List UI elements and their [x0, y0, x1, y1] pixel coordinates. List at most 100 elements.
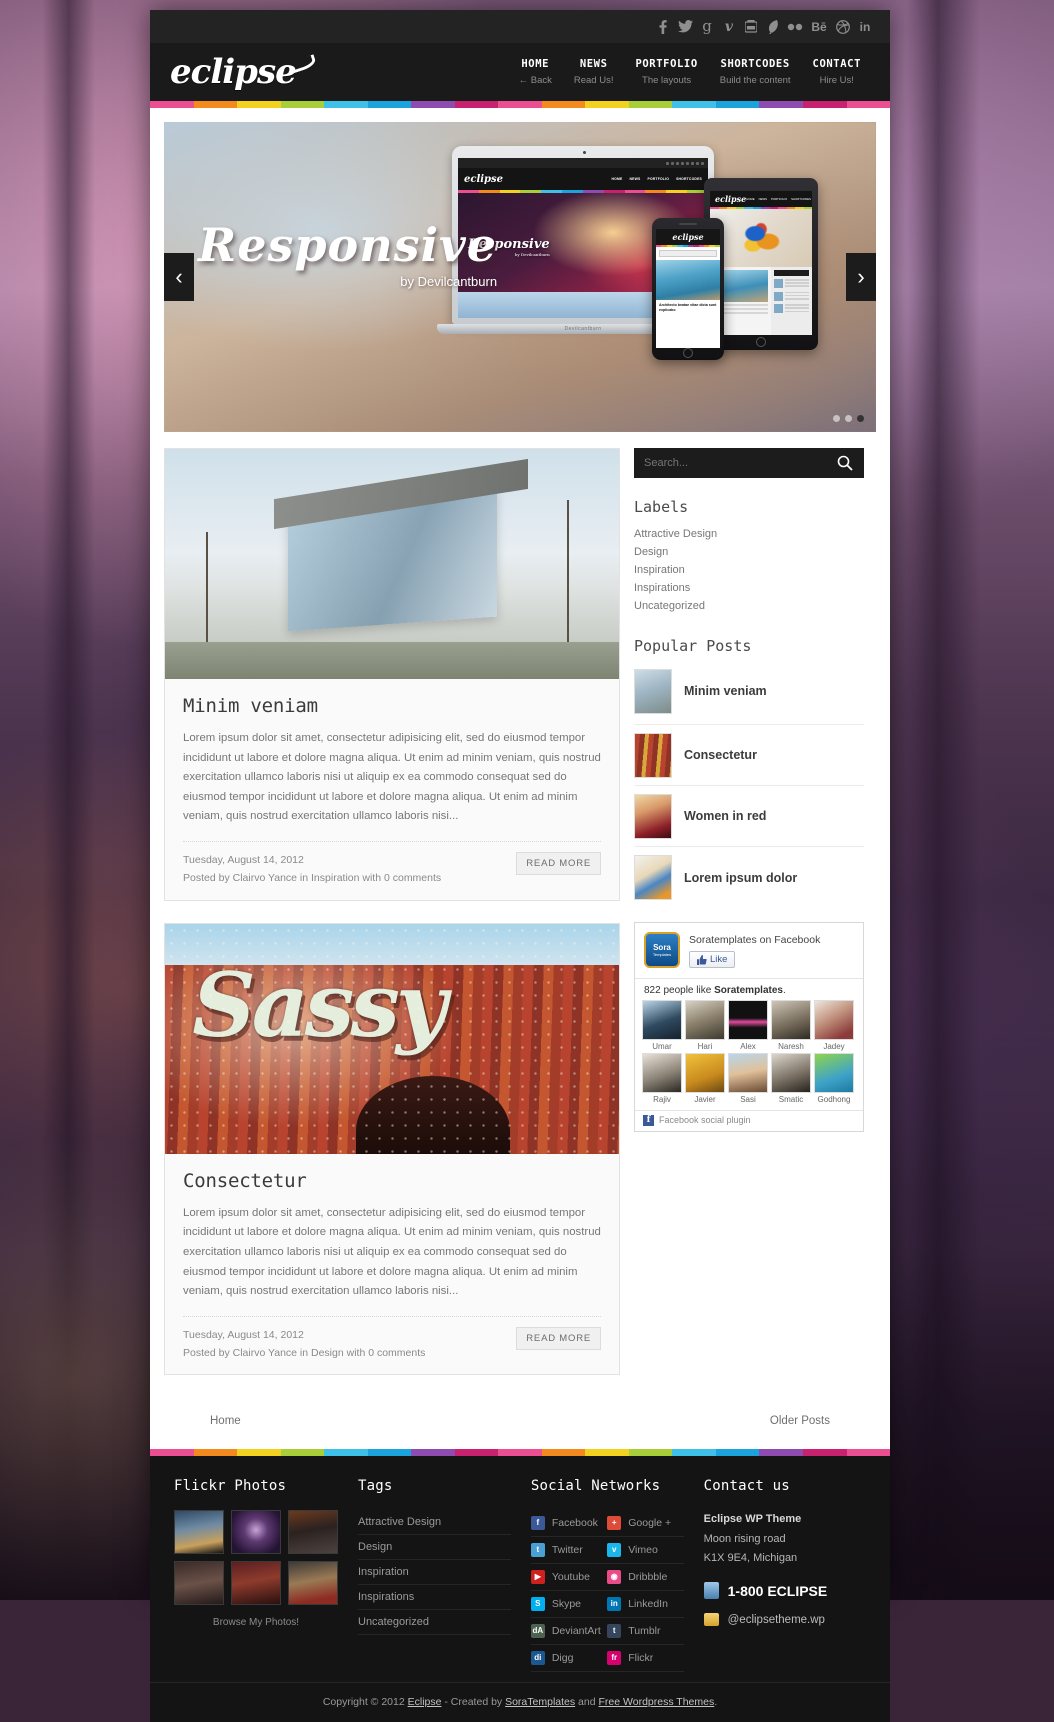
label-item[interactable]: Uncategorized	[634, 597, 864, 615]
site-logo[interactable]: eclipse	[170, 52, 317, 92]
linkedin-icon[interactable]: in	[854, 15, 876, 39]
avatar	[771, 1052, 811, 1093]
stripe-segment	[541, 101, 586, 108]
nav-item-contact[interactable]: CONTACT Hire Us!	[802, 58, 872, 86]
flickr-photo[interactable]	[174, 1561, 224, 1606]
facebook-face[interactable]: Rajiv	[642, 1052, 682, 1104]
flickr-photo[interactable]	[231, 1561, 281, 1606]
social-link-twitter[interactable]: t Twitter	[530, 1537, 608, 1565]
facebook-plugin-label: Facebook social plugin	[659, 1115, 751, 1125]
label-item[interactable]: Inspirations	[634, 579, 864, 597]
logo-text: eclipse	[170, 52, 297, 92]
youtube-icon[interactable]	[740, 15, 762, 39]
label-item[interactable]: Inspiration	[634, 561, 864, 579]
facebook-face[interactable]: Alex	[728, 999, 768, 1051]
copyright-brand-link[interactable]: Eclipse	[408, 1696, 442, 1708]
popular-post-item[interactable]: Women in red	[634, 786, 864, 847]
social-link-youtube[interactable]: ▶ Youtube	[530, 1564, 608, 1592]
search-icon[interactable]	[836, 454, 854, 472]
post-title[interactable]: Consectetur	[183, 1170, 601, 1192]
social-link-flickr[interactable]: fr Flickr	[607, 1645, 684, 1673]
copyright-themes-link[interactable]: Free Wordpress Themes	[599, 1696, 715, 1708]
tablet-nav-item: PORTFOLIO	[771, 197, 788, 201]
social-link-linkedin[interactable]: in LinkedIn	[607, 1591, 684, 1619]
pager-home-link[interactable]: Home	[210, 1415, 241, 1427]
nav-item-news[interactable]: NEWS Read Us!	[563, 58, 625, 86]
popular-post-item[interactable]: Lorem ipsum dolor	[634, 847, 864, 908]
nav-item-portfolio[interactable]: PORTFOLIO The layouts	[624, 58, 708, 86]
label-item[interactable]: Design	[634, 543, 864, 561]
facebook-icon[interactable]	[652, 15, 674, 39]
slider-next-button[interactable]: ›	[846, 253, 876, 301]
flickr-browse-link[interactable]: Browse My Photos!	[174, 1617, 338, 1628]
contact-email-value[interactable]: @eclipsetheme.wp	[728, 1614, 825, 1626]
facebook-face[interactable]: Jadey	[814, 999, 854, 1051]
post-thumbnail-architecture[interactable]	[165, 449, 619, 679]
popular-post-title: Women in red	[684, 809, 767, 823]
social-link-google[interactable]: + Google +	[607, 1510, 684, 1538]
laptop-nav-item: PORTFOLIO	[647, 177, 670, 181]
nav-item-home[interactable]: HOME ← Back	[508, 58, 563, 86]
facebook-face[interactable]: Javier	[685, 1052, 725, 1104]
vimeo-icon[interactable]: v	[718, 15, 740, 39]
post-author-meta: Posted by Clairvo Yance in Design with 0…	[183, 1346, 426, 1359]
social-link-label: DeviantArt	[551, 1625, 601, 1638]
nav-item-shortcodes[interactable]: SHORTCODES Build the content	[709, 58, 802, 86]
read-more-button[interactable]: READ MORE	[516, 852, 601, 876]
slide-subtitle-text: by Devilcantburn	[400, 274, 498, 289]
slider-prev-button[interactable]: ‹	[164, 253, 194, 301]
twitter-icon[interactable]	[674, 15, 696, 39]
facebook-like-button[interactable]: Like	[689, 951, 736, 968]
tumblr-icon: t	[607, 1624, 622, 1639]
slider-dot-2[interactable]	[845, 415, 852, 422]
color-stripe-top	[150, 101, 891, 108]
social-link-label: Twitter	[551, 1544, 583, 1557]
social-link-dribbble[interactable]: ◉ Dribbble	[607, 1564, 684, 1592]
social-link-skype[interactable]: S Skype	[530, 1591, 608, 1619]
social-link-deviantart[interactable]: dA DeviantArt	[530, 1618, 608, 1646]
flickr-icon[interactable]	[784, 15, 806, 39]
social-link-tumblr[interactable]: t Tumblr	[607, 1618, 684, 1646]
google-plus-icon[interactable]: g	[696, 15, 718, 39]
social-link-vimeo[interactable]: v Vimeo	[607, 1537, 684, 1565]
post-author-meta: Posted by Clairvo Yance in Inspiration w…	[183, 871, 442, 884]
stripe-segment	[672, 101, 716, 108]
forrst-leaf-icon[interactable]	[762, 15, 784, 39]
tag-item[interactable]: Attractive Design	[358, 1510, 511, 1536]
slider-dot-3[interactable]	[857, 415, 864, 422]
facebook-face-name: Alex	[740, 1041, 756, 1051]
tag-item[interactable]: Inspirations	[358, 1585, 511, 1611]
footer-tags-column: Tags Attractive Design Design Inspiratio…	[348, 1478, 521, 1672]
copyright-author-link[interactable]: SoraTemplates	[505, 1696, 575, 1708]
facebook-face[interactable]: Godhong	[814, 1052, 854, 1104]
facebook-face[interactable]: Umar	[642, 999, 682, 1051]
flickr-photo[interactable]	[288, 1561, 338, 1606]
flickr-photo[interactable]	[174, 1510, 224, 1555]
facebook-page-name[interactable]: Soratemplates	[689, 934, 757, 946]
behance-icon[interactable]: Bē	[806, 15, 832, 39]
popular-post-thumbnail	[634, 855, 672, 900]
post-thumbnail-sign[interactable]: Sassy	[165, 923, 619, 1154]
social-link-digg[interactable]: di Digg	[530, 1645, 608, 1673]
pager-older-posts-link[interactable]: Older Posts	[770, 1415, 830, 1427]
facebook-face[interactable]: Sasi	[728, 1052, 768, 1104]
flickr-photo[interactable]	[231, 1510, 281, 1555]
tag-item[interactable]: Inspiration	[358, 1560, 511, 1586]
search-input[interactable]	[644, 457, 836, 469]
post-title[interactable]: Minim veniam	[183, 695, 601, 717]
facebook-face[interactable]: Naresh	[771, 999, 811, 1051]
popular-post-item[interactable]: Minim veniam	[634, 664, 864, 725]
facebook-face[interactable]: Hari	[685, 999, 725, 1051]
social-icon-list: g v Bē in	[652, 15, 876, 39]
tag-item[interactable]: Uncategorized	[358, 1610, 511, 1636]
read-more-button[interactable]: READ MORE	[516, 1326, 601, 1350]
popular-post-item[interactable]: Consectetur	[634, 725, 864, 786]
social-link-facebook[interactable]: f Facebook	[530, 1510, 608, 1538]
dribbble-icon[interactable]	[832, 15, 854, 39]
nav-title: CONTACT	[812, 58, 861, 70]
flickr-photo[interactable]	[288, 1510, 338, 1555]
label-item[interactable]: Attractive Design	[634, 525, 864, 543]
slider-dot-1[interactable]	[833, 415, 840, 422]
facebook-face[interactable]: Smatic	[771, 1052, 811, 1104]
tag-item[interactable]: Design	[358, 1535, 511, 1561]
